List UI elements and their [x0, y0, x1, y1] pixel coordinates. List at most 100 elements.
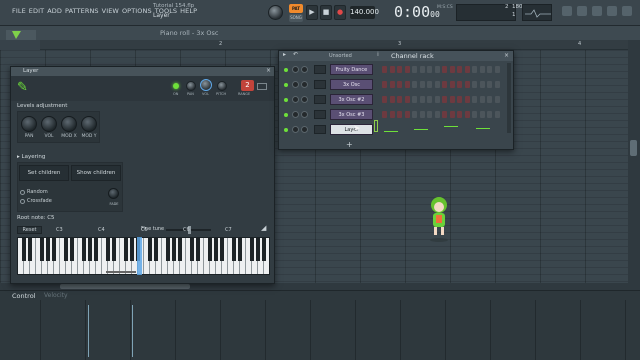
black-key[interactable] [130, 238, 134, 261]
channel-name-button[interactable]: Layer [330, 124, 373, 135]
stop-button[interactable]: ■ [320, 5, 332, 20]
rack-menu-icon[interactable]: ▸ [283, 51, 286, 58]
step-button[interactable] [472, 111, 477, 118]
black-key[interactable] [88, 238, 92, 261]
channel-knob[interactable] [301, 81, 308, 88]
black-key[interactable] [52, 238, 56, 261]
wrench-icon[interactable]: ✎ [17, 80, 28, 95]
black-key[interactable] [70, 238, 74, 261]
pitch-range-value[interactable]: 2 [241, 80, 254, 91]
step-button[interactable] [457, 66, 462, 73]
channel-rack-titlebar[interactable]: ▸ ↶ Unsorted ⁞ Channel rack × [279, 51, 513, 61]
step-button[interactable] [442, 66, 447, 73]
step-button[interactable] [427, 81, 432, 88]
channel-name-button[interactable]: 3x Osc #3 [330, 109, 373, 120]
set-children-button[interactable]: Set children [19, 165, 69, 181]
piano-roll-tools-icon[interactable] [6, 28, 36, 40]
mixer-track-selector[interactable] [314, 65, 326, 74]
step-button[interactable] [427, 111, 432, 118]
step-button[interactable] [449, 96, 455, 103]
black-key[interactable] [64, 238, 68, 261]
step-button[interactable] [487, 81, 492, 88]
on-led[interactable] [173, 83, 179, 89]
close-icon[interactable]: × [504, 52, 509, 59]
black-key[interactable] [106, 238, 110, 261]
step-button[interactable] [412, 96, 417, 103]
channel-knob[interactable] [292, 66, 299, 73]
step-button[interactable] [382, 81, 387, 88]
black-key[interactable] [124, 238, 128, 261]
channel-knob[interactable] [301, 111, 308, 118]
black-key[interactable] [82, 238, 86, 261]
black-key[interactable] [22, 238, 26, 261]
step-button[interactable] [479, 66, 485, 73]
black-key[interactable] [220, 238, 224, 261]
step-button[interactable] [487, 111, 492, 118]
channel-led[interactable] [284, 128, 288, 132]
add-channel-button[interactable]: + [346, 140, 353, 149]
mixer-track-selector[interactable] [314, 95, 326, 104]
step-button[interactable] [449, 111, 455, 118]
step-button[interactable] [434, 66, 440, 73]
control-label[interactable]: Control [12, 292, 36, 300]
black-key[interactable] [208, 238, 212, 261]
step-button[interactable] [442, 81, 447, 88]
black-key[interactable] [148, 238, 152, 261]
step-button[interactable] [464, 111, 470, 118]
velocity-bar[interactable] [132, 305, 133, 357]
step-button[interactable] [419, 66, 425, 73]
black-key[interactable] [262, 238, 266, 261]
step-button[interactable] [494, 66, 500, 73]
speaker-icon[interactable]: ◢ [261, 224, 266, 232]
channel-select-bar[interactable] [374, 120, 378, 132]
song-mode-button[interactable]: SONG [289, 14, 303, 22]
channel-knob[interactable] [301, 96, 308, 103]
channel-rack-icon[interactable] [592, 6, 602, 16]
black-key[interactable] [46, 238, 50, 261]
step-button[interactable] [389, 81, 395, 88]
step-button[interactable] [479, 96, 485, 103]
step-button[interactable] [382, 96, 387, 103]
step-button[interactable] [494, 81, 500, 88]
step-button[interactable] [442, 111, 447, 118]
step-button[interactable] [449, 81, 455, 88]
channel-knob[interactable] [301, 126, 308, 133]
menu-view[interactable]: VIEW [102, 7, 119, 15]
layer-titlebar[interactable]: Layer × [11, 67, 274, 76]
step-button[interactable] [494, 96, 500, 103]
step-button[interactable] [389, 66, 395, 73]
random-radio[interactable] [20, 190, 25, 195]
step-button[interactable] [382, 66, 387, 73]
step-button[interactable] [457, 111, 462, 118]
crossfade-radio[interactable] [20, 199, 25, 204]
channel-menu-icon[interactable] [257, 83, 267, 90]
vertical-scroll-thumb[interactable] [630, 140, 637, 156]
channel-filter[interactable]: Unsorted [329, 53, 352, 59]
timeline-ruler[interactable] [40, 40, 628, 50]
channel-name-button[interactable]: 3x Osc [330, 79, 373, 90]
step-button[interactable] [419, 81, 425, 88]
show-children-button[interactable]: Show children [71, 165, 121, 181]
black-key[interactable] [154, 238, 158, 261]
step-button[interactable] [434, 81, 440, 88]
channel-knob[interactable] [301, 66, 308, 73]
step-button[interactable] [464, 96, 470, 103]
step-button[interactable] [389, 111, 395, 118]
mixer-track-selector[interactable] [314, 80, 326, 89]
step-button[interactable] [397, 96, 402, 103]
black-key[interactable] [172, 238, 176, 261]
step-button[interactable] [487, 66, 492, 73]
mixer-track-selector[interactable] [314, 125, 326, 134]
tempo-display[interactable]: 140.000 [350, 6, 379, 19]
step-button[interactable] [404, 96, 410, 103]
step-button[interactable] [494, 111, 500, 118]
menu-add[interactable]: ADD [47, 7, 62, 15]
step-button[interactable] [404, 111, 410, 118]
pan-knob[interactable] [186, 81, 196, 91]
vertical-scrollbar[interactable] [628, 40, 640, 290]
mod-pan-knob[interactable] [21, 116, 37, 132]
reset-button[interactable]: Reset [17, 226, 42, 234]
step-button[interactable] [472, 66, 477, 73]
step-button[interactable] [397, 81, 402, 88]
close-icon[interactable]: × [266, 67, 271, 74]
